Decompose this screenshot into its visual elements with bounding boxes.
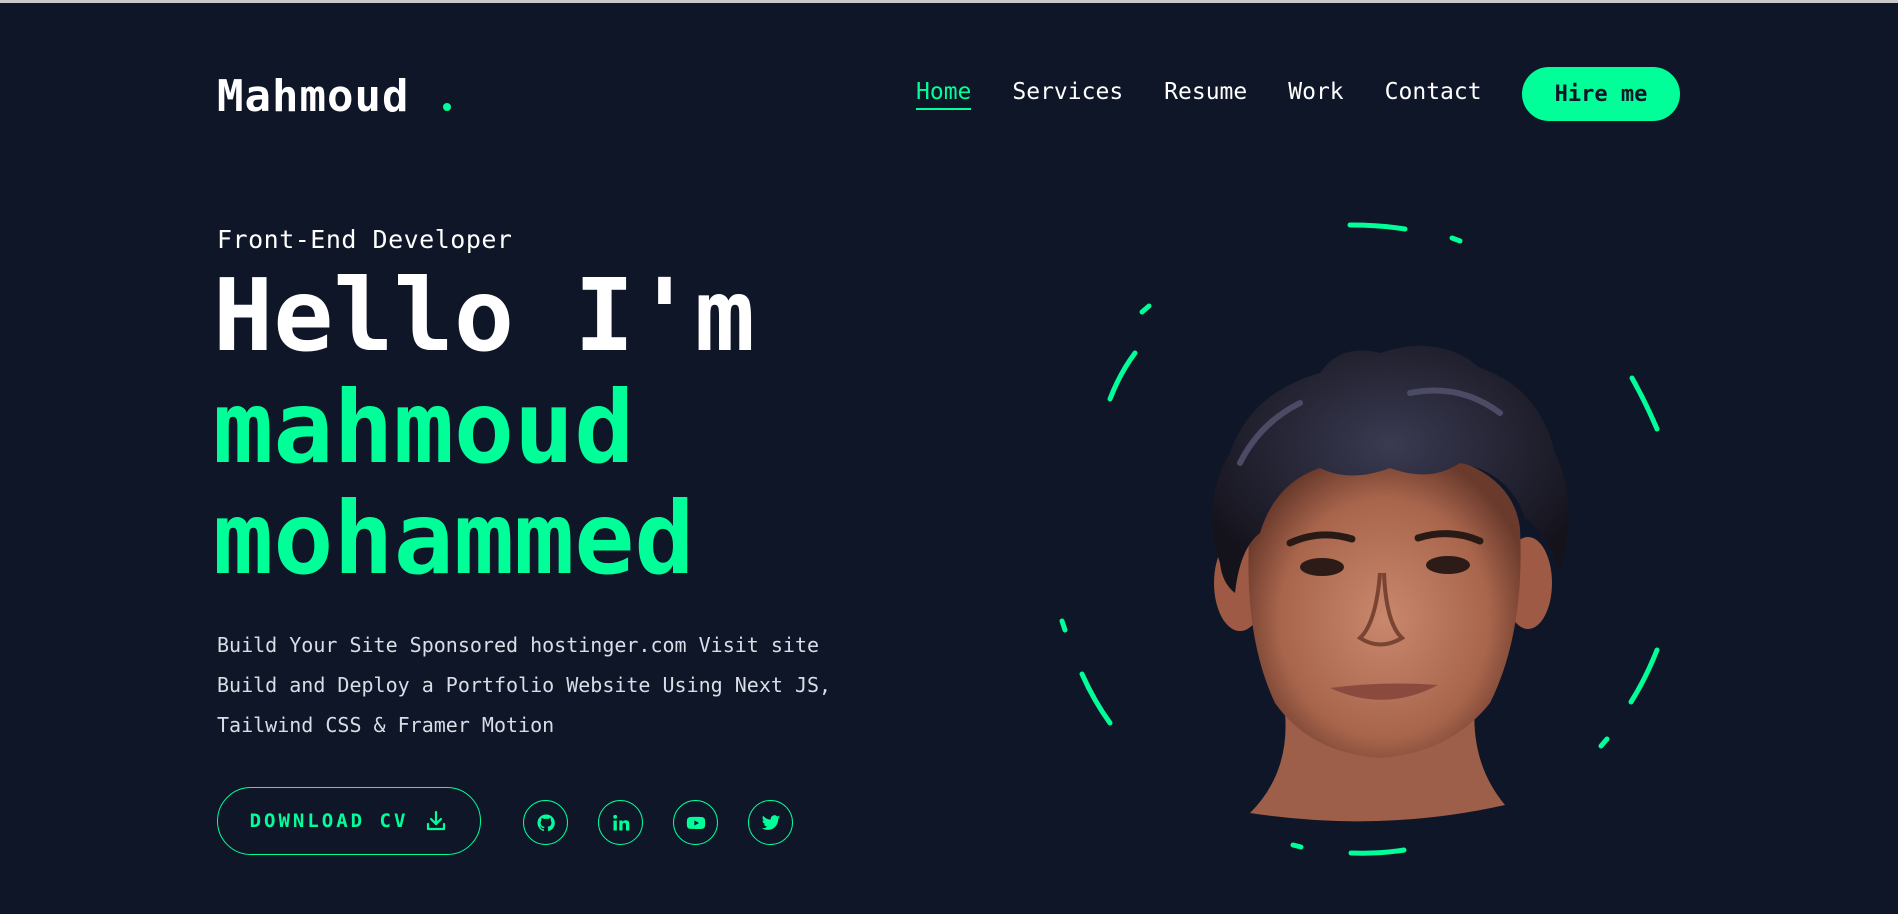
youtube-icon — [686, 816, 705, 829]
portfolio-page: Mahmoud Home Services Resume Work Contac… — [0, 3, 1898, 916]
logo-dot — [443, 103, 452, 111]
name-first: mahmoud — [213, 369, 635, 486]
download-icon — [427, 810, 446, 831]
name-last: mohammed — [213, 480, 695, 597]
social-links — [523, 800, 793, 845]
nav-contact[interactable]: Contact — [1385, 79, 1482, 110]
download-cv-label: DOWNLOAD CV — [249, 810, 409, 832]
description-line: Build Your Site Sponsored hostinger.com … — [217, 633, 820, 657]
role-title: Front-End Developer — [217, 225, 513, 254]
description-line: Tailwind CSS & Framer Motion — [217, 713, 555, 737]
nav-services[interactable]: Services — [1012, 79, 1123, 110]
logo[interactable]: Mahmoud — [217, 71, 452, 122]
profile-photo — [1212, 345, 1569, 822]
hero-description: Build Your Site Sponsored hostinger.com … — [217, 625, 857, 745]
twitter-icon — [761, 814, 780, 830]
download-cv-button[interactable]: DOWNLOAD CV — [217, 787, 481, 855]
nav-home[interactable]: Home — [916, 79, 972, 110]
youtube-link[interactable] — [673, 800, 718, 845]
twitter-link[interactable] — [748, 800, 793, 845]
github-icon — [536, 813, 555, 831]
nav-work[interactable]: Work — [1288, 79, 1343, 110]
logo-text: Mahmoud — [217, 71, 410, 122]
github-link[interactable] — [523, 800, 568, 845]
hire-me-button[interactable]: Hire me — [1522, 67, 1680, 121]
portrait-area — [1050, 213, 1670, 863]
description-line: Build and Deploy a Portfolio Website Usi… — [217, 673, 832, 697]
linkedin-icon — [612, 814, 629, 830]
main-nav: Home Services Resume Work Contact — [916, 79, 1523, 110]
nav-resume[interactable]: Resume — [1164, 79, 1247, 110]
linkedin-link[interactable] — [598, 800, 643, 845]
greeting-heading: Hello I'm — [213, 257, 755, 374]
